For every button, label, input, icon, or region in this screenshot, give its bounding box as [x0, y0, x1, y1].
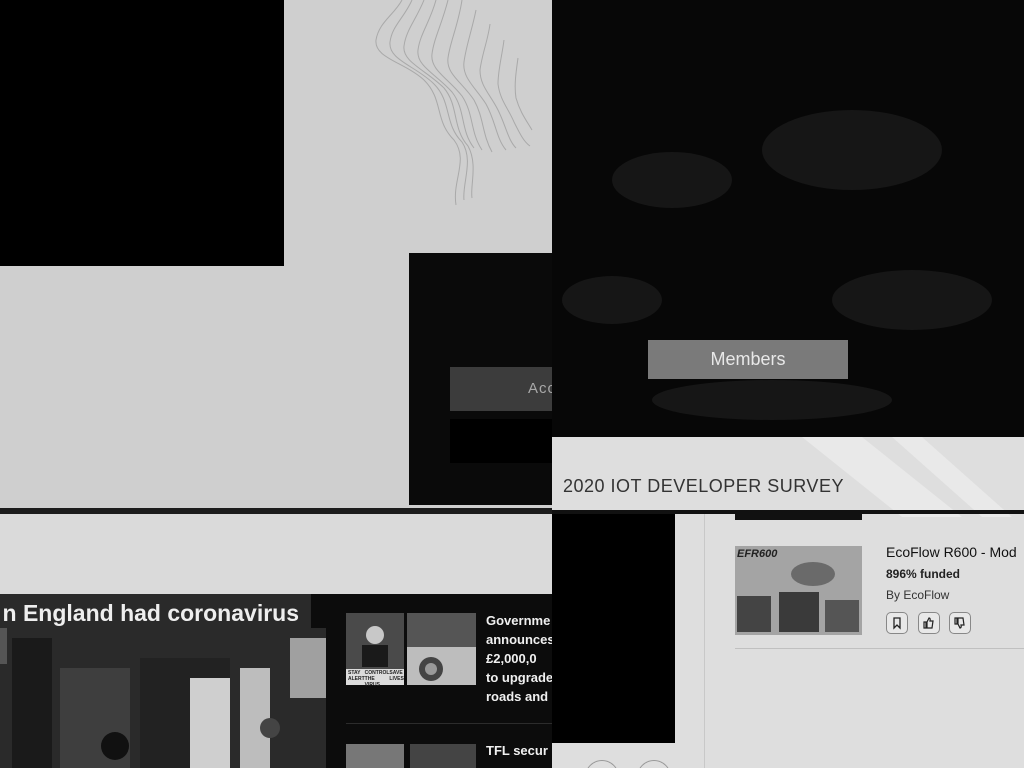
carousel-prev-button[interactable]	[585, 760, 619, 768]
survey-section: 2020 IOT DEVELOPER SURVEY EFR600 EcoFlow…	[552, 437, 1024, 768]
story-title-line: Governme	[486, 613, 551, 628]
previous-product-thumbnail[interactable]	[735, 514, 862, 520]
black-content-block	[0, 0, 284, 266]
accept-button[interactable]: Acc	[450, 367, 552, 411]
dislike-button[interactable]	[949, 612, 971, 634]
column-divider	[704, 514, 705, 768]
product-logo-text: EFR600	[737, 548, 778, 560]
story-title-line: roads and	[486, 689, 549, 704]
light-band	[0, 514, 552, 594]
thumb-caption-text: THE VIRUS	[364, 676, 380, 688]
modal-panel: Acc	[409, 253, 552, 505]
secondary-button[interactable]	[450, 419, 552, 463]
funded-status: 896% funded	[886, 567, 961, 581]
thumb-caption-text: LIVES	[389, 676, 404, 682]
survey-title[interactable]: 2020 IOT DEVELOPER SURVEY	[563, 476, 844, 497]
news-photo[interactable]	[0, 628, 326, 768]
black-content-block	[552, 514, 675, 743]
product-thumbnail[interactable]: EFR600	[735, 546, 862, 635]
thumbs-down-icon	[954, 617, 965, 629]
story-title-line: to upgrade	[486, 670, 552, 685]
product-name[interactable]: EcoFlow R600 - Mod	[886, 544, 1017, 560]
like-button[interactable]	[918, 612, 940, 634]
story-thumbnail[interactable]	[410, 744, 476, 768]
members-button[interactable]: Members	[648, 340, 848, 379]
story-thumbnail[interactable]: STAY CONTROL SAVE ALERT THE VIRUS LIVES	[346, 613, 404, 688]
thumbs-up-icon	[923, 617, 934, 629]
story-title[interactable]: Governme announces £2,000,0 to upgrade r…	[486, 611, 552, 706]
headline-banner[interactable]: n England had coronavirus	[0, 594, 311, 628]
story-divider	[346, 723, 552, 724]
hero-section: Members	[552, 0, 1024, 437]
story-title-line: £2,000,0	[486, 651, 537, 666]
product-author[interactable]: By EcoFlow	[886, 588, 949, 602]
headline-text: n England had coronavirus	[2, 600, 299, 626]
story-thumbnail[interactable]	[407, 613, 476, 685]
road-image	[407, 613, 476, 685]
bookmark-icon	[893, 617, 901, 630]
story-title[interactable]: TFL secur	[486, 743, 552, 758]
story-thumbnail[interactable]	[346, 744, 404, 768]
news-section: n England had coronavirus STAY CONTROL S…	[0, 594, 552, 768]
product-divider	[735, 648, 1024, 649]
bookmark-button[interactable]	[886, 612, 908, 634]
story-title-line: announces	[486, 632, 552, 647]
thumb-caption-text: ALERT	[348, 676, 365, 682]
carousel-next-button[interactable]	[637, 760, 671, 768]
topographic-background	[375, 0, 533, 206]
